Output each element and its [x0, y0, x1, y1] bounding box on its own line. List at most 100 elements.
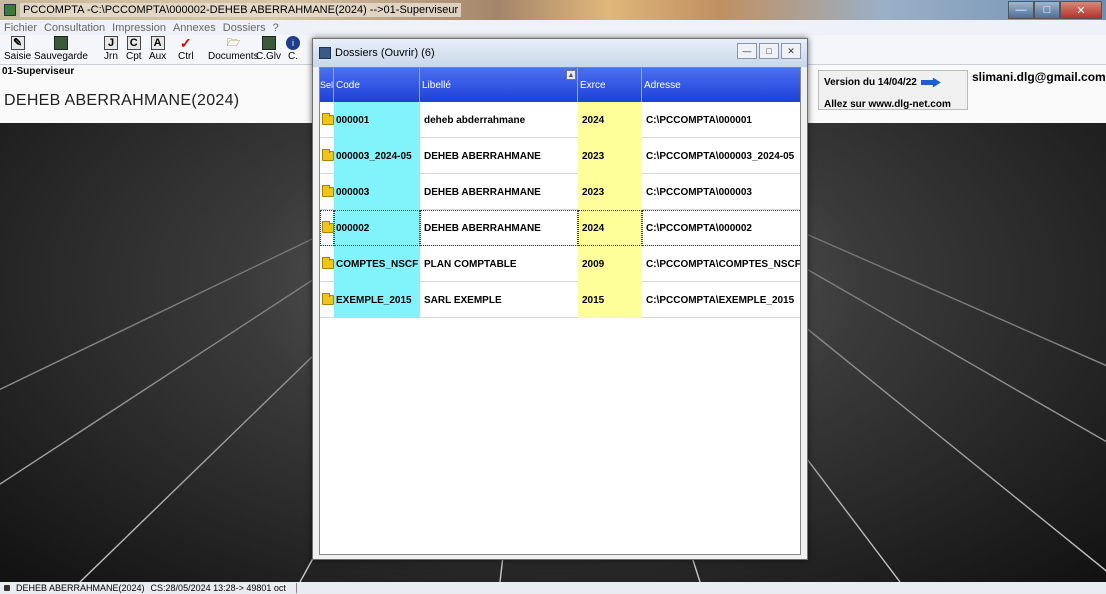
user-label: 01-Superviseur: [2, 66, 75, 77]
window-title: PCCOMPTA -C:\PCCOMPTA\000002-DEHEB ABERR…: [20, 3, 462, 17]
table-header: Sel Code Libellé ▲ Exrce Adresse: [320, 68, 800, 102]
account-icon: C: [126, 36, 141, 50]
version-text: Version du 14/04/22: [824, 77, 917, 88]
table-row[interactable]: EXEMPLE_2015 SARL EXEMPLE 2015 C:\PCCOMP…: [320, 282, 800, 318]
version-panel: Version du 14/04/22 Allez sur www.dlg-ne…: [818, 66, 1106, 116]
info-icon: i: [286, 36, 300, 50]
cpt-label: Cpt: [126, 51, 142, 62]
app-icon: [4, 4, 16, 16]
email-text: slimani.dlg@gmail.com: [972, 70, 1106, 84]
col-libelle[interactable]: Libellé ▲: [420, 68, 578, 102]
close-button[interactable]: ✕: [1060, 1, 1102, 19]
dialog-maximize-button[interactable]: □: [759, 43, 779, 59]
row-select[interactable]: [320, 282, 334, 318]
cpt-button[interactable]: C Cpt: [126, 36, 142, 62]
lock-icon: [4, 585, 10, 591]
row-adresse: C:\PCCOMPTA\COMPTES_NSCF: [646, 258, 801, 270]
col-libelle-label: Libellé: [422, 79, 451, 91]
row-code: COMPTES_NSCF: [334, 246, 420, 282]
row-libelle: SARL EXEMPLE: [424, 294, 502, 306]
sauvegarde-label: Sauvegarde: [34, 51, 88, 62]
chart-icon: [261, 36, 276, 50]
saisie-label: Saisie: [4, 51, 32, 62]
arrow-right-icon: [920, 77, 941, 88]
c-label: C.: [288, 51, 298, 62]
table-row[interactable]: 000001 deheb abderrahmane 2024 C:\PCCOMP…: [320, 102, 800, 138]
c-button[interactable]: i C.: [286, 36, 300, 62]
folder-icon: [322, 149, 334, 161]
status-info: CS:28/05/2024 13:28-> 49801 oct: [150, 583, 286, 593]
aux-button[interactable]: A Aux: [149, 36, 166, 62]
row-adresse: C:\PCCOMPTA\000003_2024-05: [646, 150, 795, 162]
col-code[interactable]: Code: [334, 68, 420, 102]
row-adresse: C:\PCCOMPTA\000003: [646, 186, 752, 198]
menu-fichier[interactable]: Fichier: [4, 22, 37, 34]
status-bar: DEHEB ABERRAHMANE(2024) CS:28/05/2024 13…: [0, 582, 1106, 594]
menu-impression[interactable]: Impression: [112, 22, 166, 34]
auxiliary-icon: A: [150, 36, 165, 50]
dialog-close-button[interactable]: ✕: [781, 43, 801, 59]
window-controls: — □ ✕: [1008, 1, 1102, 19]
row-select[interactable]: [320, 174, 334, 210]
col-exercice[interactable]: Exrce: [578, 68, 642, 102]
row-libelle: DEHEB ABERRAHMANE: [420, 210, 578, 246]
row-adresse: C:\PCCOMPTA\000001: [646, 114, 752, 126]
journal-icon: J: [104, 36, 118, 50]
dialog-minimize-button[interactable]: —: [737, 43, 757, 59]
row-code: EXEMPLE_2015: [334, 282, 420, 318]
jrn-label: Jrn: [104, 51, 118, 62]
version-box[interactable]: Version du 14/04/22 Allez sur www.dlg-ne…: [818, 70, 968, 110]
row-code: 000001: [334, 102, 420, 138]
table-row[interactable]: 000003 DEHEB ABERRAHMANE 2023 C:\PCCOMPT…: [320, 174, 800, 210]
saisie-button[interactable]: ✎ Saisie: [4, 36, 31, 62]
folder-icon: [322, 185, 334, 197]
menu-consultation[interactable]: Consultation: [44, 22, 105, 34]
table-row-selected[interactable]: 000002 DEHEB ABERRAHMANE 2024 C:\PCCOMPT…: [320, 210, 800, 246]
col-sel[interactable]: Sel: [320, 68, 334, 102]
row-exercice: 2015: [578, 282, 642, 318]
row-exercice: 2023: [578, 138, 642, 174]
row-select[interactable]: [320, 138, 334, 174]
folder-icon: [322, 221, 334, 233]
menu-help[interactable]: ?: [273, 22, 279, 34]
documents-button[interactable]: 🗁 Documents: [208, 36, 259, 62]
row-libelle: DEHEB ABERRAHMANE: [424, 186, 541, 198]
menu-annexes[interactable]: Annexes: [173, 22, 216, 34]
folder-open-icon: 🗁: [226, 36, 241, 49]
cglv-label: C.Glv: [256, 51, 281, 62]
website-link[interactable]: Allez sur www.dlg-net.com: [824, 99, 951, 110]
row-select[interactable]: [320, 246, 334, 282]
status-dossier: DEHEB ABERRAHMANE(2024): [16, 583, 145, 593]
current-dossier-name: DEHEB ABERRAHMANE(2024): [4, 92, 240, 109]
save-icon: [53, 36, 68, 50]
checkmark-icon: ✓: [179, 35, 192, 51]
dossiers-dialog: Dossiers (Ouvrir) (6) — □ ✕ Sel Code Lib…: [312, 38, 808, 560]
row-select[interactable]: [320, 210, 334, 246]
edit-icon: ✎: [10, 36, 25, 50]
row-select[interactable]: [320, 102, 334, 138]
dialog-title-bar[interactable]: Dossiers (Ouvrir) (6) — □ ✕: [313, 39, 807, 67]
sort-asc-icon: ▲: [566, 70, 576, 80]
jrn-button[interactable]: J Jrn: [104, 36, 118, 62]
folder-icon: [322, 257, 334, 269]
cglv-button[interactable]: C.Glv: [256, 36, 281, 62]
row-exercice: 2024: [578, 210, 642, 246]
row-libelle: deheb abderrahmane: [424, 114, 526, 126]
sauvegarde-button[interactable]: Sauvegarde: [34, 36, 88, 62]
version-line: Version du 14/04/22: [824, 77, 941, 88]
ctrl-label: Ctrl: [178, 51, 194, 62]
col-adresse[interactable]: Adresse: [642, 68, 800, 102]
menu-dossiers[interactable]: Dossiers: [223, 22, 266, 34]
maximize-button[interactable]: □: [1034, 1, 1060, 19]
table-row[interactable]: COMPTES_NSCF PLAN COMPTABLE 2009 C:\PCCO…: [320, 246, 801, 282]
dossiers-table: Sel Code Libellé ▲ Exrce Adresse 000001 …: [319, 67, 801, 555]
folder-icon: [322, 293, 334, 305]
aux-label: Aux: [149, 51, 167, 62]
dialog-title: Dossiers (Ouvrir) (6): [335, 47, 435, 59]
documents-label: Documents: [208, 51, 259, 62]
table-row[interactable]: 000003_2024-05 DEHEB ABERRAHMANE 2023 C:…: [320, 138, 800, 174]
title-bar: PCCOMPTA -C:\PCCOMPTA\000002-DEHEB ABERR…: [0, 0, 1106, 20]
minimize-button[interactable]: —: [1008, 1, 1034, 19]
row-code: 000003_2024-05: [334, 138, 420, 174]
ctrl-button[interactable]: ✓ Ctrl: [178, 36, 194, 62]
